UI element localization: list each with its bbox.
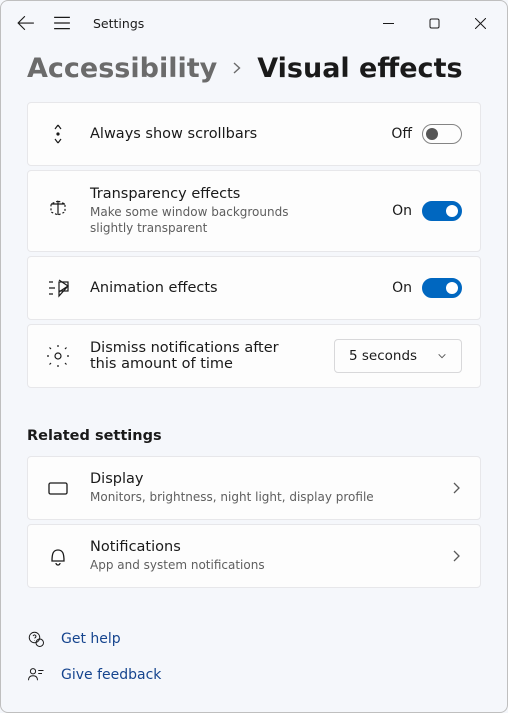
animation-icon: [46, 276, 70, 300]
titlebar: Settings: [1, 1, 507, 45]
link-label: Get help: [61, 631, 121, 647]
setting-subtitle: Make some window backgrounds slightly tr…: [90, 204, 320, 236]
setting-title: Transparency effects: [90, 186, 392, 202]
related-title: Notifications: [90, 539, 450, 555]
minimize-button[interactable]: [365, 7, 411, 39]
related-subtitle: Monitors, brightness, night light, displ…: [90, 489, 450, 505]
setting-transparency: Transparency effects Make some window ba…: [27, 170, 481, 252]
scrollbars-toggle[interactable]: [422, 124, 462, 144]
related-settings-heading: Related settings: [27, 428, 481, 444]
chevron-right-icon: [450, 482, 462, 494]
brightness-icon: [46, 344, 70, 368]
setting-title: Dismiss notifications after this amount …: [90, 340, 290, 372]
chevron-down-icon: [437, 351, 447, 361]
transparency-icon: [46, 199, 70, 223]
close-button[interactable]: [457, 7, 503, 39]
dropdown-value: 5 seconds: [349, 348, 417, 364]
get-help-link[interactable]: Get help: [27, 630, 481, 648]
setting-title: Animation effects: [90, 280, 392, 296]
scrollbars-icon: [46, 122, 70, 146]
animation-toggle[interactable]: [422, 278, 462, 298]
related-display[interactable]: Display Monitors, brightness, night ligh…: [27, 456, 481, 520]
toggle-state-label: Off: [391, 126, 412, 142]
chevron-right-icon: [231, 59, 243, 79]
toggle-state-label: On: [392, 280, 412, 296]
setting-animation: Animation effects On: [27, 256, 481, 320]
transparency-toggle[interactable]: [422, 201, 462, 221]
maximize-button[interactable]: [411, 7, 457, 39]
dismiss-time-dropdown[interactable]: 5 seconds: [334, 339, 462, 373]
chevron-right-icon: [450, 550, 462, 562]
display-icon: [46, 476, 70, 500]
breadcrumb: Accessibility Visual effects: [1, 45, 507, 102]
breadcrumb-current: Visual effects: [257, 53, 462, 84]
setting-scrollbars: Always show scrollbars Off: [27, 102, 481, 166]
bell-icon: [46, 544, 70, 568]
toggle-state-label: On: [392, 203, 412, 219]
back-button[interactable]: [17, 14, 35, 32]
help-icon: [27, 630, 45, 648]
feedback-icon: [27, 666, 45, 684]
related-title: Display: [90, 471, 450, 487]
related-subtitle: App and system notifications: [90, 557, 450, 573]
breadcrumb-parent[interactable]: Accessibility: [27, 53, 217, 84]
setting-dismiss-notifications: Dismiss notifications after this amount …: [27, 324, 481, 388]
link-label: Give feedback: [61, 667, 161, 683]
menu-button[interactable]: [53, 14, 71, 32]
related-notifications[interactable]: Notifications App and system notificatio…: [27, 524, 481, 588]
give-feedback-link[interactable]: Give feedback: [27, 666, 481, 684]
window-title: Settings: [93, 16, 144, 31]
setting-title: Always show scrollbars: [90, 126, 391, 142]
